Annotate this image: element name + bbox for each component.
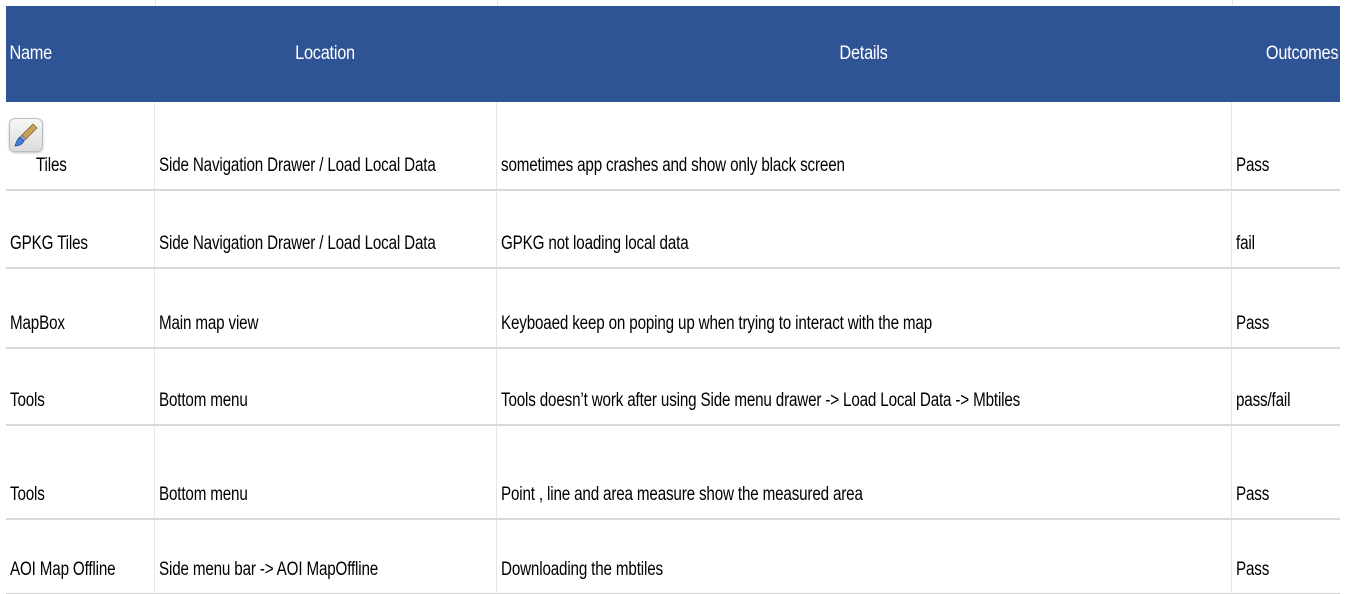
- cell-outcome[interactable]: Pass: [1231, 425, 1340, 520]
- cell-outcome-text: Pass: [1235, 313, 1269, 334]
- header-row: Name Location Details Outcomes: [6, 6, 1340, 102]
- cell-name[interactable]: AOI Map Offline: [6, 519, 155, 594]
- cell-outcome-text: Pass: [1235, 558, 1269, 580]
- cell-outcome[interactable]: Pass: [1231, 519, 1340, 594]
- cell-details[interactable]: Point , line and area measure show the m…: [496, 425, 1232, 520]
- cell-outcome-text: Pass: [1235, 155, 1269, 176]
- cell-outcome[interactable]: fail: [1231, 190, 1340, 269]
- cell-details[interactable]: Downloading the mbtiles: [496, 519, 1232, 594]
- paintbrush-icon[interactable]: [9, 118, 43, 152]
- table-row: AOI Map Offline Side menu bar -> AOI Map…: [6, 519, 1340, 594]
- cell-name[interactable]: Tools: [6, 425, 155, 520]
- table-row: Tiles Side Navigation Drawer / Load Loca…: [6, 102, 1340, 191]
- cell-outcome-text: pass/fail: [1235, 390, 1290, 411]
- cell-location-text: Bottom menu: [158, 484, 248, 505]
- cell-name[interactable]: Tiles: [6, 102, 155, 191]
- cell-details[interactable]: Tools doesn’t work after using Side menu…: [496, 348, 1232, 426]
- cell-outcome[interactable]: Pass: [1231, 102, 1340, 191]
- cell-name-text: MapBox: [10, 313, 65, 334]
- cell-details[interactable]: sometimes app crashes and show only blac…: [496, 102, 1232, 191]
- column-header-location[interactable]: Location: [178, 6, 472, 102]
- cell-name[interactable]: MapBox: [6, 268, 155, 349]
- cell-details[interactable]: GPKG not loading local data: [496, 190, 1232, 269]
- cell-details-text: Point , line and area measure show the m…: [500, 484, 863, 505]
- cell-location[interactable]: Side menu bar -> AOI MapOffline: [154, 519, 497, 594]
- cell-name[interactable]: GPKG Tiles: [6, 190, 155, 269]
- cell-location-text: Side menu bar -> AOI MapOffline: [158, 558, 378, 580]
- cell-location[interactable]: Side Navigation Drawer / Load Local Data: [154, 102, 497, 191]
- cell-details-text: Downloading the mbtiles: [500, 558, 663, 580]
- cell-name-text: Tools: [10, 390, 45, 411]
- cell-location[interactable]: Main map view: [154, 268, 497, 349]
- cell-name[interactable]: Tools: [6, 348, 155, 426]
- cell-location-text: Side Navigation Drawer / Load Local Data: [158, 155, 436, 176]
- cell-name-text: Tools: [10, 484, 45, 505]
- cell-details-text: Tools doesn’t work after using Side menu…: [500, 390, 1020, 411]
- cell-location-text: Bottom menu: [158, 390, 248, 411]
- cell-name-text: GPKG Tiles: [10, 233, 88, 254]
- column-header-outcomes[interactable]: Outcomes: [1246, 6, 1340, 102]
- cell-location-text: Side Navigation Drawer / Load Local Data: [158, 233, 436, 254]
- cell-outcome-text: Pass: [1235, 484, 1269, 505]
- column-header-details[interactable]: Details: [547, 6, 1179, 102]
- cell-location-text: Main map view: [158, 313, 258, 334]
- cell-details-text: GPKG not loading local data: [500, 233, 689, 254]
- cell-location[interactable]: Bottom menu: [154, 425, 497, 520]
- results-table: Name Location Details Outcomes Tiles Sid…: [6, 6, 1340, 594]
- table-row: MapBox Main map view Keyboaed keep on po…: [6, 268, 1340, 349]
- cell-location[interactable]: Side Navigation Drawer / Load Local Data: [154, 190, 497, 269]
- table-row: Tools Bottom menu Tools doesn’t work aft…: [6, 348, 1340, 426]
- cell-outcome[interactable]: Pass: [1231, 268, 1340, 349]
- cell-location[interactable]: Bottom menu: [154, 348, 497, 426]
- cell-details-text: sometimes app crashes and show only blac…: [500, 155, 845, 176]
- cell-outcome-text: fail: [1235, 233, 1255, 254]
- cell-details-text: Keyboaed keep on poping up when trying t…: [500, 313, 932, 334]
- column-header-name[interactable]: Name: [6, 6, 133, 102]
- cell-name-text: AOI Map Offline: [10, 558, 116, 580]
- cell-name-text: Tiles: [36, 155, 67, 176]
- cell-outcome[interactable]: pass/fail: [1231, 348, 1340, 426]
- table-row: Tools Bottom menu Point , line and area …: [6, 425, 1340, 520]
- cell-details[interactable]: Keyboaed keep on poping up when trying t…: [496, 268, 1232, 349]
- spreadsheet-sheet: Name Location Details Outcomes Tiles Sid…: [0, 0, 1348, 594]
- table-row: GPKG Tiles Side Navigation Drawer / Load…: [6, 190, 1340, 269]
